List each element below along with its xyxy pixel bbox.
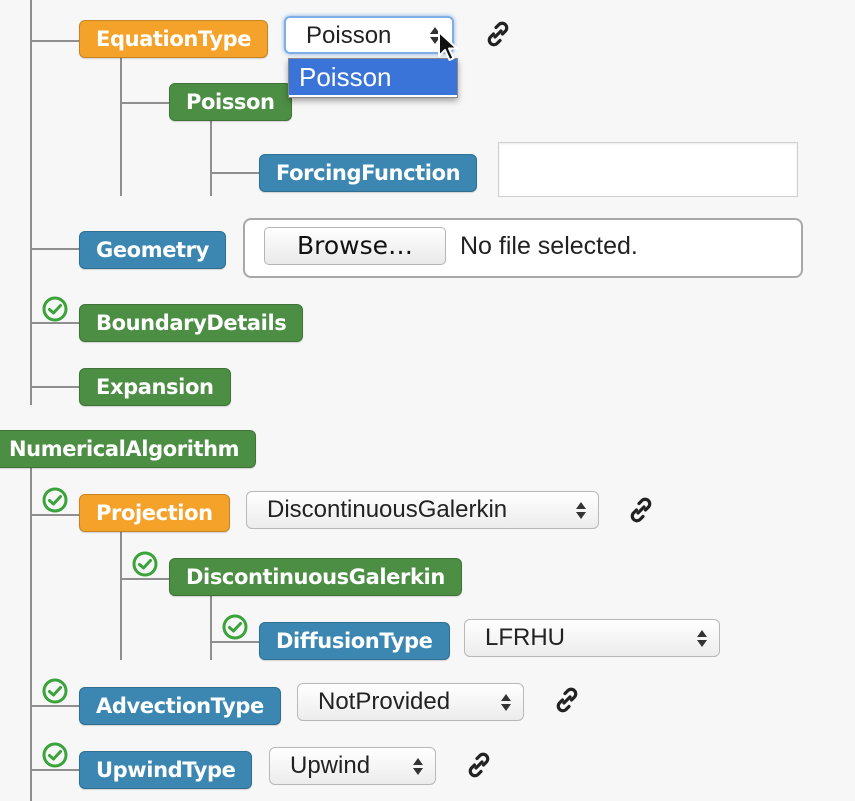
tree-line [30,468,32,801]
chain-link-icon[interactable] [552,685,582,715]
forcing-function-input[interactable] [498,142,798,197]
check-circle-icon [42,296,68,322]
advection-type-select[interactable]: NotProvided [297,683,524,721]
file-status-text: No file selected. [460,232,638,260]
tree-line [30,40,80,42]
up-down-arrows-icon [576,492,586,528]
tree-line [120,578,170,580]
tree-line [210,596,212,660]
node-projection[interactable]: Projection [79,494,230,532]
tree-line [210,120,212,196]
check-circle-icon [42,742,68,768]
upwind-type-select[interactable]: Upwind [269,747,436,785]
chain-link-icon[interactable] [626,495,656,525]
node-diffusion-type[interactable]: DiffusionType [259,622,450,660]
geometry-file-input[interactable]: Browse… No file selected. [243,218,803,278]
projection-select[interactable]: DiscontinuousGalerkin [246,491,599,529]
node-discontinuous-galerkin[interactable]: DiscontinuousGalerkin [169,558,462,596]
tree-line [30,514,80,516]
tree-line [120,57,122,196]
equation-type-dropdown[interactable]: Poisson [288,58,458,98]
tree-line [210,641,260,643]
tree-line [120,102,170,104]
diffusion-type-select[interactable]: LFRHU [464,619,720,657]
up-down-arrows-icon [501,684,511,720]
mouse-pointer-icon [438,31,458,61]
up-down-arrows-icon [697,620,707,656]
tree-line [120,532,122,660]
tree-line [30,0,32,405]
diffusion-type-select-value: LFRHU [485,624,566,651]
advection-type-select-value: NotProvided [318,688,451,715]
equation-type-select-value: Poisson [306,22,392,49]
tree-line [30,705,80,707]
chain-link-icon[interactable] [464,750,494,780]
tree-line [30,769,80,771]
check-circle-icon [132,551,158,577]
upwind-type-select-value: Upwind [290,752,371,779]
dropdown-option-poisson[interactable]: Poisson [289,59,457,95]
tree-line [30,386,80,388]
node-numerical-algorithm[interactable]: NumericalAlgorithm [0,430,257,468]
projection-select-value: DiscontinuousGalerkin [267,496,508,523]
node-poisson[interactable]: Poisson [169,83,292,121]
up-down-arrows-icon [413,748,423,784]
node-upwind-type[interactable]: UpwindType [79,751,253,789]
node-equation-type[interactable]: EquationType [79,20,269,58]
chain-link-icon[interactable] [483,19,513,49]
equation-type-select[interactable]: Poisson [284,16,454,54]
node-forcing-function[interactable]: ForcingFunction [259,154,478,192]
node-boundary-details[interactable]: BoundaryDetails [79,304,304,342]
check-circle-icon [42,678,68,704]
check-circle-icon [42,487,68,513]
node-geometry[interactable]: Geometry [79,231,226,269]
node-advection-type[interactable]: AdvectionType [79,687,281,725]
tree-line [30,322,80,324]
check-circle-icon [222,614,248,640]
tree-line [210,172,260,174]
node-expansion[interactable]: Expansion [79,368,231,406]
tree-line [30,248,80,250]
browse-button[interactable]: Browse… [264,227,446,265]
